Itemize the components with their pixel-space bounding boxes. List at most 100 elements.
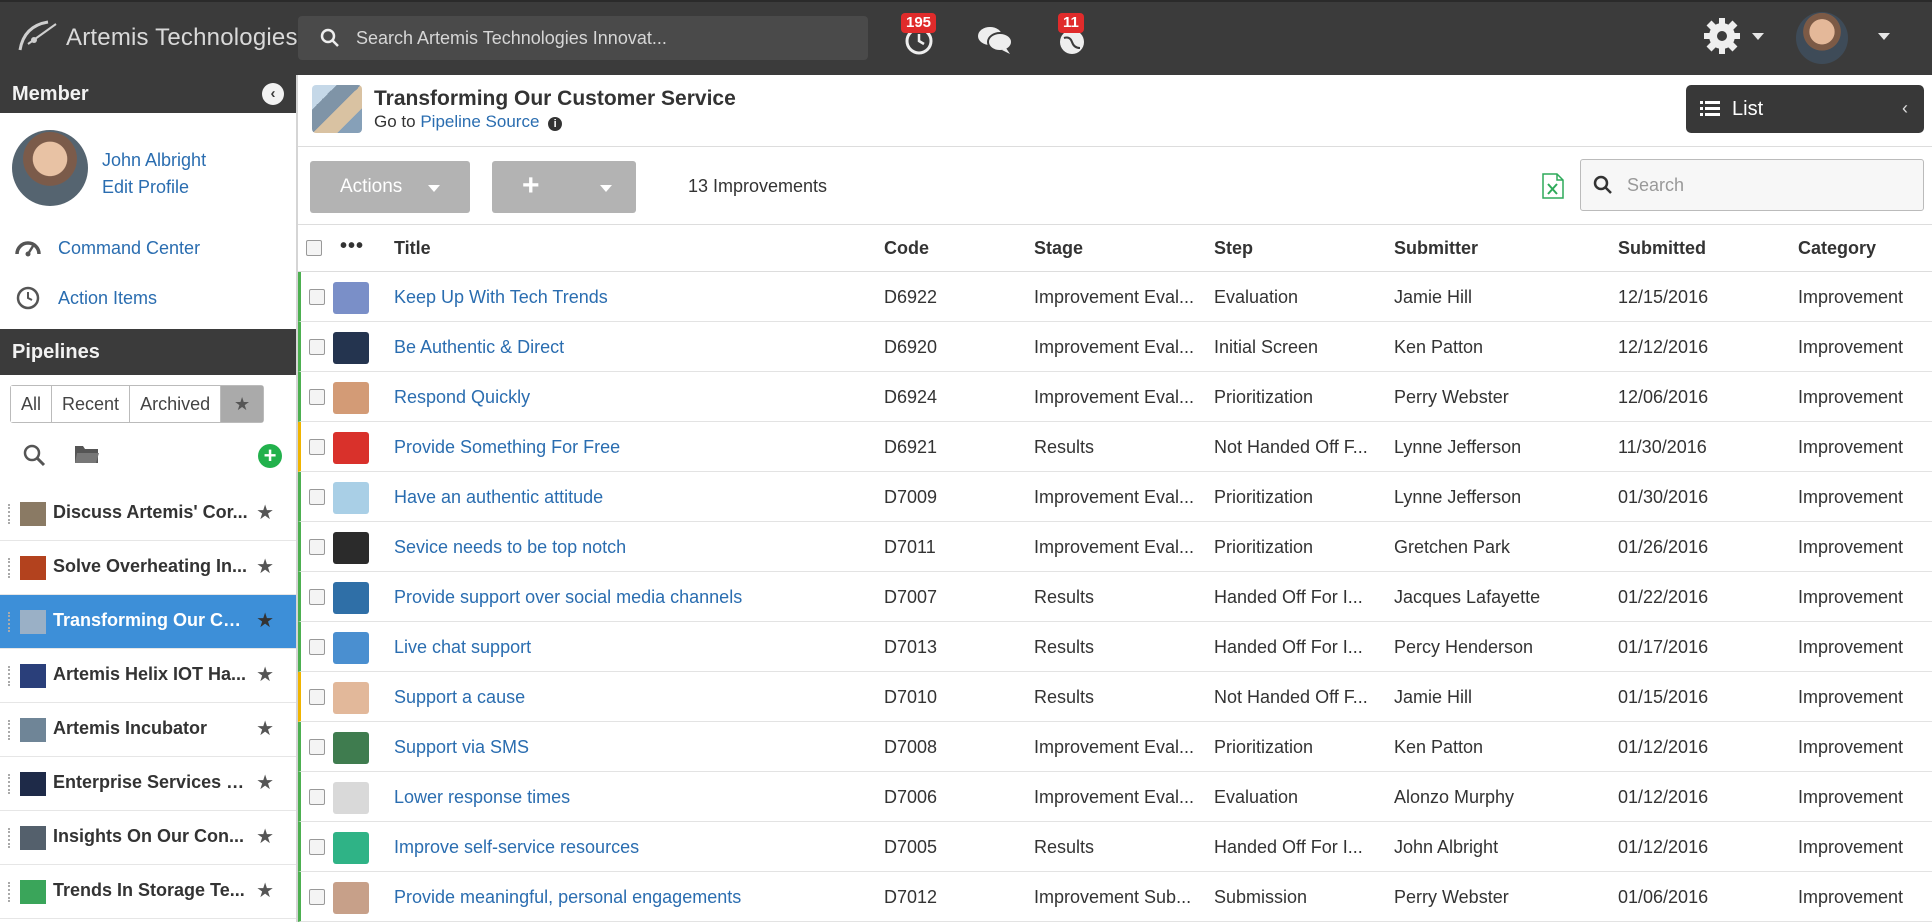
improvement-thumbnail[interactable] (333, 282, 369, 314)
pipeline-item[interactable]: Artemis Helix IOT Ha... ★ (0, 649, 296, 703)
drag-handle-icon[interactable] (8, 558, 12, 578)
row-checkbox[interactable] (309, 339, 325, 355)
improvement-thumbnail[interactable] (333, 832, 369, 864)
pipeline-item[interactable]: Trends In Storage Te... ★ (0, 865, 296, 919)
drag-handle-icon[interactable] (8, 882, 12, 902)
table-row[interactable]: Provide Something For Free D6921 Results No… (298, 422, 1932, 472)
improvement-thumbnail[interactable] (333, 582, 369, 614)
global-search[interactable]: Search Artemis Technologies Innovat... (298, 16, 868, 60)
improvement-thumbnail[interactable] (333, 432, 369, 464)
header-submitted[interactable]: Submitted (1618, 238, 1706, 259)
tab-starred-star-icon[interactable]: ★ (221, 386, 264, 422)
select-all-checkbox[interactable] (306, 240, 322, 256)
star-icon[interactable]: ★ (256, 716, 274, 741)
improvement-thumbnail[interactable] (333, 732, 369, 764)
pipeline-item[interactable]: Discuss Artemis' Cor... ★ (0, 487, 296, 541)
pipeline-item[interactable]: Solve Overheating In... ★ (0, 541, 296, 595)
header-submitter[interactable]: Submitter (1394, 238, 1478, 259)
row-checkbox[interactable] (309, 489, 325, 505)
star-icon[interactable]: ★ (256, 662, 274, 687)
table-search-input[interactable]: Search (1580, 159, 1924, 211)
view-toggle-button[interactable]: List ‹ (1686, 85, 1924, 133)
drag-handle-icon[interactable] (8, 666, 12, 686)
table-row[interactable]: Provide support over social media channe… (298, 572, 1932, 622)
cell-title[interactable]: Support via SMS (394, 737, 529, 758)
header-step[interactable]: Step (1214, 238, 1253, 259)
drag-handle-icon[interactable] (8, 720, 12, 740)
cell-title[interactable]: Sevice needs to be top notch (394, 537, 626, 558)
table-row[interactable]: Sevice needs to be top notch D7011 Improve… (298, 522, 1932, 572)
brand[interactable]: Artemis Technologies (14, 16, 298, 60)
improvement-thumbnail[interactable] (333, 532, 369, 564)
member-name-link[interactable]: John Albright (102, 150, 206, 171)
cell-title[interactable]: Lower response times (394, 787, 570, 808)
add-button[interactable]: + (492, 161, 636, 213)
improvement-thumbnail[interactable] (333, 382, 369, 414)
row-checkbox[interactable] (309, 839, 325, 855)
improvement-thumbnail[interactable] (333, 482, 369, 514)
table-row[interactable]: Lower response times D7006 Improvement Eva… (298, 772, 1932, 822)
cell-title[interactable]: Respond Quickly (394, 387, 530, 408)
star-icon[interactable]: ★ (256, 770, 274, 795)
table-row[interactable]: Provide meaningful, personal engagements… (298, 872, 1932, 922)
star-icon[interactable]: ★ (256, 500, 274, 525)
pipeline-item[interactable]: Insights On Our Con... ★ (0, 811, 296, 865)
row-checkbox[interactable] (309, 639, 325, 655)
settings-caret-icon[interactable] (1752, 33, 1764, 40)
improvement-thumbnail[interactable] (333, 682, 369, 714)
header-code[interactable]: Code (884, 238, 929, 259)
drag-handle-icon[interactable] (8, 504, 12, 524)
tab-archived[interactable]: Archived (130, 386, 222, 422)
actions-button[interactable]: Actions (310, 161, 470, 213)
table-row[interactable]: Support a cause D7010 Results Not Handed Of… (298, 672, 1932, 722)
cell-title[interactable]: Be Authentic & Direct (394, 337, 564, 358)
folder-icon[interactable] (74, 443, 100, 465)
header-stage[interactable]: Stage (1034, 238, 1083, 259)
pipeline-item[interactable]: Artemis Incubator ★ (0, 703, 296, 757)
star-icon[interactable]: ★ (256, 824, 274, 849)
member-avatar[interactable] (12, 130, 88, 206)
notifications-globe[interactable]: 11 (1054, 13, 1090, 58)
row-checkbox[interactable] (309, 739, 325, 755)
user-menu-caret-icon[interactable] (1878, 33, 1890, 40)
table-row[interactable]: Respond Quickly D6924 Improvement Eval... P… (298, 372, 1932, 422)
table-row[interactable]: Have an authentic attitude D7009 Improveme… (298, 472, 1932, 522)
improvement-thumbnail[interactable] (333, 882, 369, 914)
pipeline-source-link[interactable]: Pipeline Source (420, 112, 539, 131)
drag-handle-icon[interactable] (8, 828, 12, 848)
pipeline-item[interactable]: Transforming Our Cu... ★ (0, 595, 296, 649)
improvement-thumbnail[interactable] (333, 332, 369, 364)
table-row[interactable]: Live chat support D7013 Results Handed Off … (298, 622, 1932, 672)
collapse-sidebar-icon[interactable]: ‹ (262, 83, 284, 105)
star-icon[interactable]: ★ (256, 608, 274, 633)
info-icon[interactable]: i (548, 117, 563, 131)
improvement-thumbnail[interactable] (333, 632, 369, 664)
messages-button[interactable] (976, 22, 1013, 58)
command-center-link[interactable]: Command Center (0, 223, 296, 273)
star-icon[interactable]: ★ (256, 554, 274, 579)
cell-title[interactable]: Keep Up With Tech Trends (394, 287, 608, 308)
cell-title[interactable]: Improve self-service resources (394, 837, 639, 858)
pipeline-item[interactable]: Enterprise Services S... ★ (0, 757, 296, 811)
excel-export-icon[interactable] (1542, 173, 1564, 199)
drag-handle-icon[interactable] (8, 612, 12, 632)
header-category[interactable]: Category (1798, 238, 1876, 259)
row-checkbox[interactable] (309, 389, 325, 405)
edit-profile-link[interactable]: Edit Profile (102, 177, 189, 198)
row-checkbox[interactable] (309, 689, 325, 705)
cell-title[interactable]: Provide support over social media channe… (394, 587, 742, 608)
cell-title[interactable]: Provide meaningful, personal engagements (394, 887, 741, 908)
search-icon[interactable] (22, 443, 46, 467)
cell-title[interactable]: Live chat support (394, 637, 531, 658)
table-row[interactable]: Support via SMS D7008 Improvement Eval... P… (298, 722, 1932, 772)
cell-title[interactable]: Support a cause (394, 687, 525, 708)
cell-title[interactable]: Provide Something For Free (394, 437, 620, 458)
tab-recent[interactable]: Recent (52, 386, 131, 422)
more-options-icon[interactable]: ••• (340, 235, 364, 258)
add-pipeline-icon[interactable]: + (258, 444, 282, 468)
row-checkbox[interactable] (309, 789, 325, 805)
row-checkbox[interactable] (309, 889, 325, 905)
improvement-thumbnail[interactable] (333, 782, 369, 814)
gear-icon[interactable] (1702, 16, 1742, 56)
table-row[interactable]: Be Authentic & Direct D6920 Improvement Ev… (298, 322, 1932, 372)
